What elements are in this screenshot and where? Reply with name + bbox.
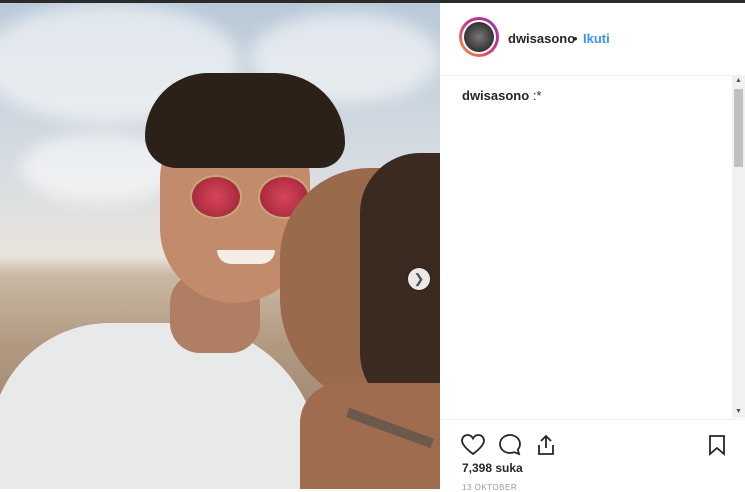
scroll-up-arrow[interactable]: ▲ <box>732 75 745 87</box>
save-button[interactable] <box>704 432 730 458</box>
sunglasses-lens-left <box>190 175 242 219</box>
like-button[interactable] <box>460 432 486 458</box>
post-date: 13 OKTOBER <box>462 483 518 492</box>
share-icon <box>538 434 554 455</box>
chevron-right-icon: ❯ <box>413 271 425 286</box>
smile <box>217 250 275 264</box>
post-photo[interactable]: ❯ <box>0 3 440 489</box>
post-side-panel: dwisasono • Ikuti dwisasono :* ▲ ▼ 7,398… <box>440 3 745 492</box>
man-shirt <box>0 323 320 489</box>
caption-text: :* <box>532 88 542 103</box>
scroll-thumb[interactable] <box>734 89 743 167</box>
share-button[interactable] <box>533 432 559 458</box>
heart-icon <box>461 434 485 456</box>
avatar[interactable] <box>459 17 499 57</box>
bookmark-icon <box>709 435 725 456</box>
comment-button[interactable] <box>497 432 523 458</box>
likes-count[interactable]: 7,398 suka <box>462 461 523 475</box>
post-header: dwisasono • Ikuti <box>440 3 745 76</box>
follow-button[interactable]: Ikuti <box>583 31 610 46</box>
separator-dot: • <box>573 31 578 46</box>
man-hair <box>145 73 345 168</box>
comments-scrollbar[interactable]: ▲ ▼ <box>732 75 745 418</box>
caption-username[interactable]: dwisasono <box>462 88 529 103</box>
next-photo-button[interactable]: ❯ <box>408 268 430 290</box>
scroll-down-arrow[interactable]: ▼ <box>732 406 745 418</box>
caption: dwisasono :* <box>462 88 541 103</box>
username-link[interactable]: dwisasono <box>508 31 575 46</box>
comment-icon <box>499 434 521 456</box>
